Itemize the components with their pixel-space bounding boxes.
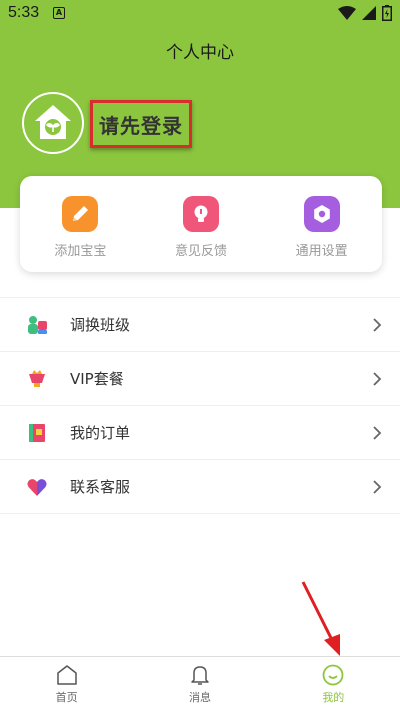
- vip-cup-icon: [29, 370, 45, 387]
- menu-item-customer-service[interactable]: 联系客服: [0, 460, 400, 514]
- status-icons: [338, 5, 392, 21]
- add-baby-label: 添加宝宝: [54, 244, 107, 259]
- login-prompt: 请先登录: [99, 113, 183, 138]
- heart-service-icon: [27, 479, 47, 496]
- feedback-button[interactable]: 意见反馈: [141, 176, 262, 272]
- chevron-right-icon: [373, 372, 382, 386]
- bottom-nav: 首页 消息 我的: [0, 656, 400, 711]
- annotation-arrow: [301, 581, 340, 656]
- battery-icon: [382, 5, 392, 21]
- menu-item-switch-class[interactable]: 调换班级: [0, 298, 400, 352]
- order-book-icon: [29, 424, 45, 442]
- signal-icon: [362, 6, 376, 20]
- nav-mine[interactable]: 我的: [267, 657, 400, 711]
- page-title: 个人中心: [166, 43, 234, 63]
- lightbulb-icon: [183, 196, 219, 232]
- smile-icon: [322, 664, 344, 686]
- chevron-right-icon: [373, 426, 382, 440]
- settings-button[interactable]: 通用设置: [261, 176, 382, 272]
- nav-messages[interactable]: 消息: [133, 657, 266, 711]
- pencil-icon: [62, 196, 99, 232]
- chevron-right-icon: [373, 480, 382, 494]
- avatar[interactable]: [22, 92, 84, 154]
- menu-item-orders[interactable]: 我的订单: [0, 406, 400, 460]
- add-baby-button[interactable]: 添加宝宝: [20, 176, 141, 272]
- chevron-right-icon: [373, 318, 382, 332]
- home-icon: [56, 665, 77, 685]
- nav-home[interactable]: 首页: [0, 657, 133, 711]
- status-time: 5:33: [8, 4, 40, 21]
- nav-home-label: 首页: [55, 691, 78, 704]
- nav-messages-label: 消息: [188, 691, 211, 704]
- menu-label-orders: 我的订单: [70, 424, 131, 442]
- settings-icon: [303, 196, 340, 232]
- menu-label-switch-class: 调换班级: [70, 316, 131, 334]
- nav-mine-label: 我的: [322, 691, 345, 704]
- feedback-label: 意见反馈: [175, 244, 228, 259]
- menu-list: 调换班级 VIP套餐 我的订单 联系客服: [0, 297, 400, 514]
- quick-actions-card: 添加宝宝 意见反馈 通用设置: [20, 176, 382, 272]
- bell-icon: [191, 666, 209, 685]
- wifi-icon: [338, 6, 356, 20]
- menu-label-customer-service: 联系客服: [70, 478, 131, 496]
- house-sprout-icon: [35, 105, 71, 139]
- menu-label-vip: VIP套餐: [70, 370, 124, 388]
- login-button[interactable]: 请先登录: [90, 100, 192, 148]
- menu-item-vip[interactable]: VIP套餐: [0, 352, 400, 406]
- status-bar: 5:33 A: [0, 0, 400, 26]
- settings-label: 通用设置: [295, 244, 348, 259]
- notification-icon: A: [53, 7, 65, 19]
- class-switch-icon: [28, 316, 47, 334]
